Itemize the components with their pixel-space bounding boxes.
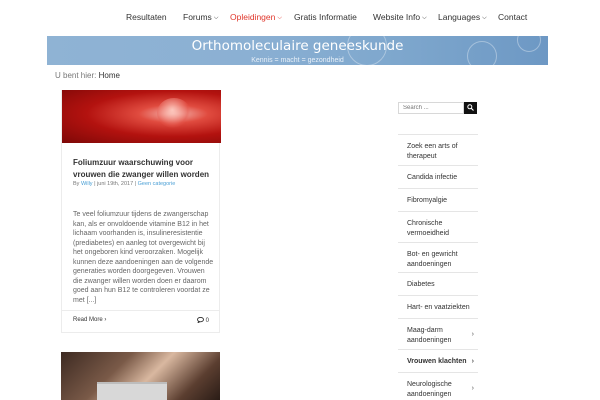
post-category[interactable]: Geen categorie	[138, 181, 176, 187]
sidebar-item-vrouwen-klachten[interactable]: Vrouwen klachten ›	[398, 349, 478, 372]
sidebar-item-label: Chronische vermoeidheid	[407, 220, 450, 237]
site-tagline: Kennis = macht = gezondheid	[251, 57, 344, 64]
chevron-right-icon: ›	[471, 385, 474, 392]
breadcrumb: U bent hier: Home	[55, 71, 120, 80]
thumbnail-highlight	[157, 98, 191, 128]
chevron-down-icon: ⌵	[277, 15, 282, 21]
nav-item-languages[interactable]: Languages ⌵	[438, 12, 487, 23]
post-card: Foliumzuur waarschuwing voor vrouwen die…	[61, 90, 221, 333]
nav-item-label: Resultaten	[126, 12, 167, 22]
comments-link[interactable]: 0	[197, 316, 209, 324]
nav-item-label: Forums	[183, 12, 212, 22]
meta-separator: |	[134, 181, 137, 187]
sidebar-item-diabetes[interactable]: Diabetes	[398, 272, 478, 295]
sidebar-item-bot-gewricht[interactable]: Bot- en gewricht aandoeningen	[398, 242, 478, 272]
nav-item-label: Languages	[438, 12, 481, 22]
divider	[62, 310, 219, 311]
search-input[interactable]	[398, 102, 464, 114]
nav-item-forums[interactable]: Forums ⌵	[183, 12, 218, 23]
sidebar-item-zoek-arts[interactable]: Zoek een arts of therapeut	[398, 134, 478, 165]
nav-item-label: Contact	[498, 12, 528, 22]
sidebar-item-label: Bot- en gewricht aandoeningen	[407, 251, 458, 268]
nav-item-website-info[interactable]: Website Info ⌵	[373, 12, 427, 23]
nav-item-contact[interactable]: Contact	[498, 12, 527, 22]
main-navigation: Resultaten Forums ⌵ Opleidingen ⌵ Gratis I…	[0, 0, 600, 36]
sidebar-item-label: Vrouwen klachten	[407, 358, 467, 365]
sidebar-item-label: Candida infectie	[407, 174, 458, 181]
post-thumbnail[interactable]	[62, 90, 221, 143]
sidebar-item-candida[interactable]: Candida infectie	[398, 165, 478, 188]
sidebar-item-label: Neurologische aandoeningen	[407, 381, 452, 398]
sidebar-item-vermoeidheid[interactable]: Chronische vermoeidheid	[398, 211, 478, 242]
post-author[interactable]: Willy	[81, 181, 93, 187]
meta-separator: |	[94, 181, 96, 187]
chevron-down-icon: ⌵	[213, 15, 219, 21]
post-date: juni 19th, 2017	[97, 181, 134, 187]
nav-item-label: Opleidingen	[230, 12, 276, 22]
sidebar-menu: Zoek een arts of therapeut Candida infec…	[398, 134, 478, 400]
breadcrumb-prefix: U bent hier:	[55, 71, 97, 80]
breadcrumb-current[interactable]: Home	[99, 71, 120, 80]
chevron-right-icon: ›	[104, 317, 107, 323]
sidebar-item-label: Hart- en vaatziekten	[407, 304, 470, 311]
sidebar-item-label: Maag-darm aandoeningen	[407, 327, 452, 344]
comments-count: 0	[205, 318, 209, 324]
nav-item-resultaten[interactable]: Resultaten	[126, 12, 167, 22]
nav-item-label: Website Info	[373, 12, 421, 22]
nav-item-label: Gratis Informatie	[294, 12, 357, 22]
comment-icon	[197, 316, 204, 324]
read-more-link[interactable]: Read More ›	[73, 317, 106, 323]
page-banner: Orthomoleculaire geneeskunde Kennis = ma…	[47, 36, 548, 65]
chevron-right-icon: ›	[471, 331, 474, 338]
search-button[interactable]	[464, 102, 477, 114]
sidebar-item-maag-darm[interactable]: Maag-darm aandoeningen ›	[398, 318, 478, 349]
sidebar-item-hart-vaat[interactable]: Hart- en vaatziekten	[398, 295, 478, 318]
sidebar-item-label: Fibromyalgie	[407, 197, 448, 204]
chevron-down-icon: ⌵	[422, 15, 427, 21]
post-title[interactable]: Foliumzuur waarschuwing voor vrouwen die…	[73, 157, 213, 181]
post-thumbnail[interactable]	[61, 352, 220, 400]
chevron-right-icon: ›	[471, 358, 474, 365]
chevron-down-icon: ⌵	[482, 15, 487, 21]
sidebar-item-fibromyalgie[interactable]: Fibromyalgie	[398, 188, 478, 211]
sidebar-item-neurologisch[interactable]: Neurologische aandoeningen ›	[398, 372, 478, 400]
post-meta: By Willy | juni 19th, 2017 | Geen catego…	[73, 181, 175, 187]
sidebar-item-label: Diabetes	[407, 281, 435, 288]
site-title: Orthomoleculaire geneeskunde	[191, 38, 404, 54]
read-more-label: Read More	[73, 317, 103, 323]
search-icon	[467, 104, 474, 111]
post-excerpt: Te veel foliumzuur tijdens de zwangersch…	[73, 211, 214, 304]
sidebar-item-label: Zoek een arts of therapeut	[407, 143, 458, 160]
nav-item-opleidingen[interactable]: Opleidingen ⌵	[230, 12, 282, 23]
nav-item-gratis-informatie[interactable]: Gratis Informatie	[294, 12, 357, 22]
meta-by: By	[73, 181, 80, 187]
thumbnail-laptop	[97, 382, 167, 400]
